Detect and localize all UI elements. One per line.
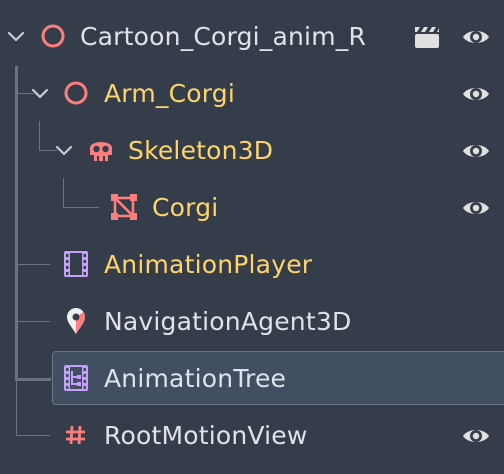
tree-row-animation-tree[interactable]: AnimationTree bbox=[0, 350, 504, 407]
scene-tree-panel: Cartoon_Corgi_anim_R Arm_Corgi Skeleton3… bbox=[0, 0, 504, 474]
chevron-down-icon[interactable] bbox=[29, 82, 51, 104]
node-name-label: AnimationTree bbox=[104, 364, 287, 393]
tree-row-cartoon-corgi-anim-r[interactable]: Cartoon_Corgi_anim_R bbox=[0, 8, 504, 65]
node-name-label: AnimationPlayer bbox=[104, 250, 313, 279]
skull-icon bbox=[90, 142, 112, 161]
node3d-circle-icon bbox=[64, 81, 88, 105]
eye-icon[interactable] bbox=[460, 78, 492, 110]
node-name-label: RootMotionView bbox=[104, 421, 308, 450]
node-name-label: NavigationAgent3D bbox=[104, 307, 352, 336]
node-name-label: Corgi bbox=[152, 193, 219, 222]
film-strip-icon bbox=[64, 251, 88, 277]
animation-tree-icon bbox=[64, 365, 88, 391]
eye-icon[interactable] bbox=[460, 21, 492, 53]
eye-icon[interactable] bbox=[460, 420, 492, 452]
node-name-label: Arm_Corgi bbox=[104, 79, 235, 108]
tree-row-skeleton3d[interactable]: Skeleton3D bbox=[0, 122, 504, 179]
tree-row-arm-corgi[interactable]: Arm_Corgi bbox=[0, 65, 504, 122]
tree-row-navigation-agent3d[interactable]: NavigationAgent3D bbox=[0, 293, 504, 350]
tree-row-animation-player[interactable]: AnimationPlayer bbox=[0, 236, 504, 293]
node-name-label: Cartoon_Corgi_anim_R bbox=[80, 22, 367, 51]
eye-icon[interactable] bbox=[460, 135, 492, 167]
clapperboard-icon[interactable] bbox=[411, 21, 443, 53]
chevron-down-icon[interactable] bbox=[53, 139, 75, 161]
node-name-label: Skeleton3D bbox=[128, 136, 274, 165]
hash-grid-icon bbox=[66, 425, 85, 445]
tree-row-root-motion-view[interactable]: RootMotionView bbox=[0, 407, 504, 464]
chevron-down-icon[interactable] bbox=[5, 25, 27, 47]
node3d-circle-icon bbox=[41, 24, 65, 48]
mesh-instance-icon bbox=[111, 194, 137, 220]
map-pin-icon bbox=[67, 308, 85, 334]
tree-row-corgi[interactable]: Corgi bbox=[0, 179, 504, 236]
eye-icon[interactable] bbox=[460, 192, 492, 224]
